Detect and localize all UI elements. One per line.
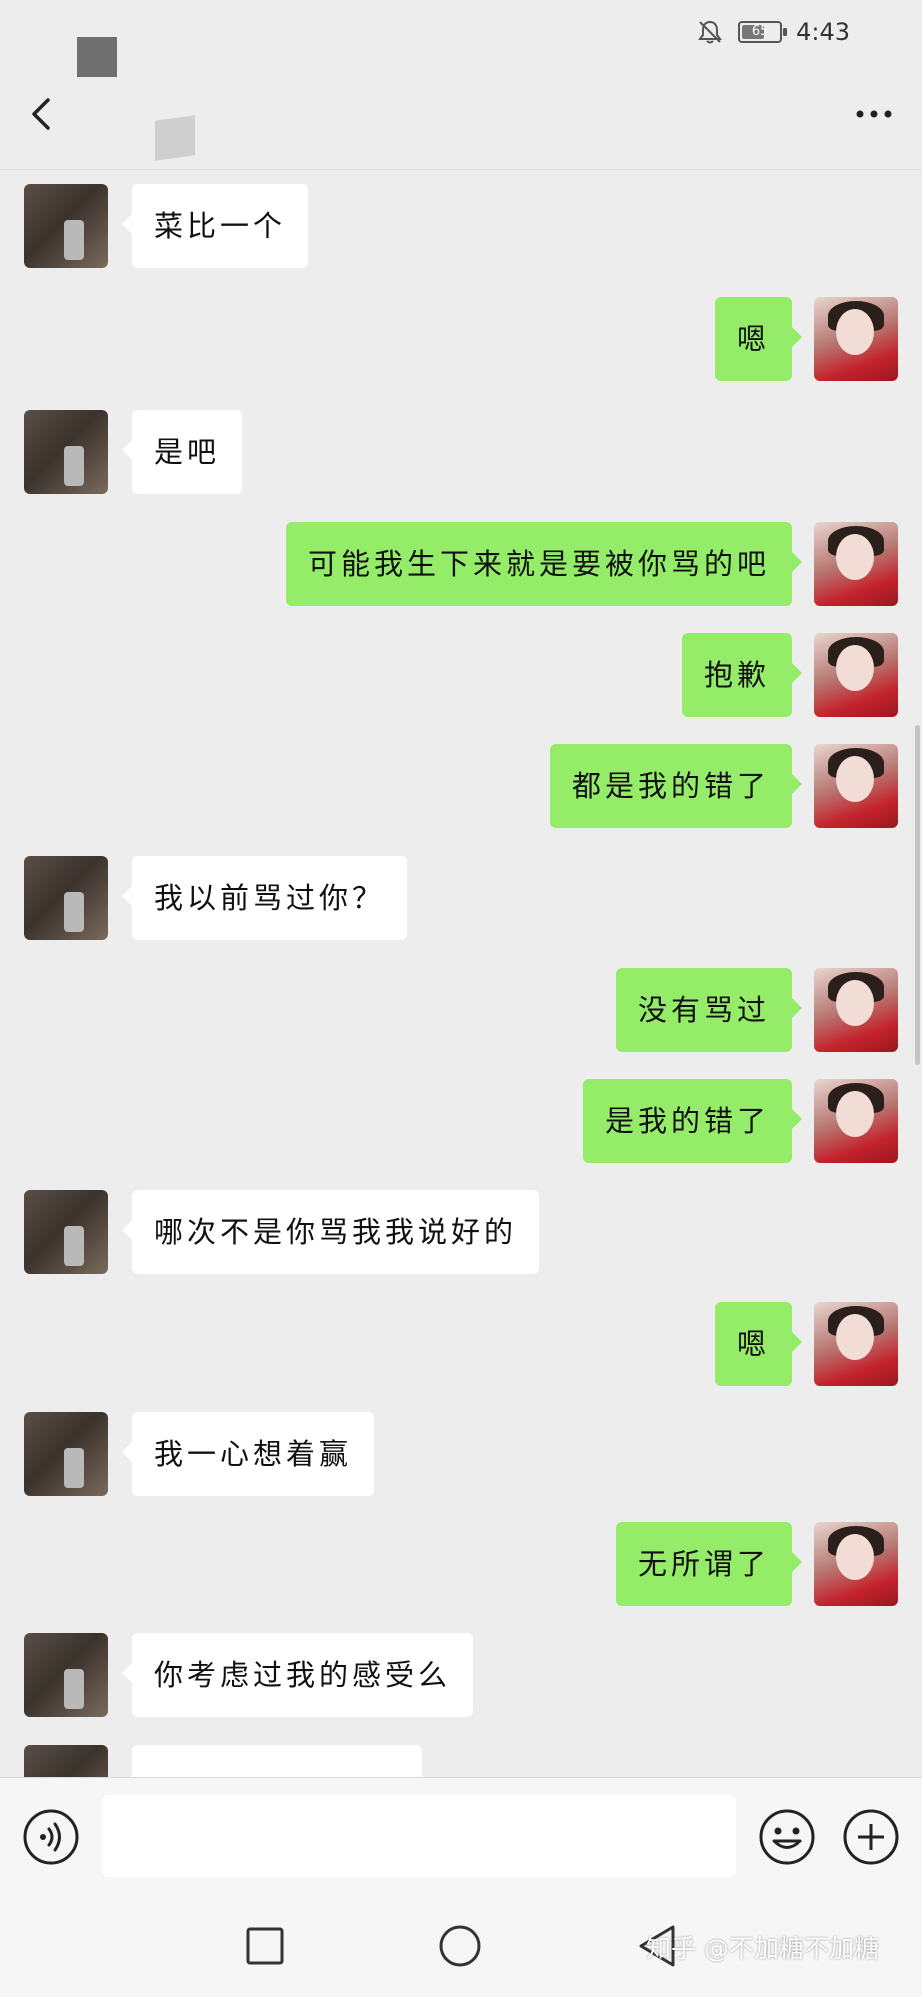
watermark: 知乎 @不加糖不加糖 (646, 1934, 879, 1963)
self-avatar[interactable] (814, 633, 898, 717)
received-message-bubble[interactable]: 菜比一个 (121, 184, 309, 268)
chat-header (0, 64, 922, 170)
received-message-bubble[interactable] (122, 1745, 422, 1777)
battery-icon: 65 (738, 21, 788, 43)
peer-avatar[interactable] (24, 856, 108, 940)
nav-circle-icon[interactable] (438, 1924, 482, 1968)
bell-off-icon (698, 20, 723, 44)
peer-avatar[interactable] (24, 184, 108, 268)
received-message-bubble[interactable]: 哪次不是你骂我我说好的 (121, 1190, 540, 1274)
message-row-sent: 可能我生下来就是要被你骂的吧 (0, 522, 922, 608)
sent-message-bubble[interactable]: 是我的错了 (582, 1079, 803, 1163)
self-avatar[interactable] (814, 1079, 898, 1163)
message-row-sent: 无所谓了 (0, 1522, 922, 1608)
status-icons: 65 4:43 (696, 18, 850, 46)
sent-message-bubble[interactable]: 没有骂过 (615, 968, 803, 1052)
peer-avatar[interactable] (24, 1633, 108, 1717)
message-row-sent: 嗯 (0, 297, 922, 383)
system-nav-bar: 知乎 @不加糖不加糖 (0, 1899, 922, 1997)
message-row-sent: 抱歉 (0, 633, 922, 719)
sent-message-bubble[interactable]: 无所谓了 (615, 1522, 803, 1606)
message-row-received: 是吧 (0, 410, 922, 496)
self-avatar[interactable] (814, 1522, 898, 1606)
received-message-bubble[interactable]: 我以前骂过你？ (121, 856, 408, 940)
sent-message-bubble[interactable]: 抱歉 (681, 633, 803, 717)
sent-message-bubble[interactable]: 可能我生下来就是要被你骂的吧 (285, 522, 803, 606)
nav-square-icon[interactable] (245, 1926, 285, 1966)
message-row-received: 哪次不是你骂我我说好的 (0, 1190, 922, 1276)
message-row-sent: 没有骂过 (0, 968, 922, 1054)
message-row-received (0, 1745, 922, 1777)
clock: 4:43 (796, 18, 850, 46)
message-row-sent: 嗯 (0, 1302, 922, 1388)
sent-message-bubble[interactable]: 都是我的错了 (549, 744, 803, 828)
message-row-sent: 是我的错了 (0, 1079, 922, 1165)
received-message-bubble[interactable]: 我一心想着赢 (121, 1412, 375, 1496)
message-row-sent: 都是我的错了 (0, 744, 922, 830)
voice-icon[interactable] (22, 1808, 80, 1866)
emoji-icon[interactable] (758, 1808, 816, 1866)
status-bar: 65 4:43 (0, 0, 922, 77)
peer-avatar[interactable] (24, 1412, 108, 1496)
chevron-left-icon[interactable] (24, 94, 60, 134)
sent-message-bubble[interactable]: 嗯 (714, 297, 803, 381)
message-row-received: 你考虑过我的感受么 (0, 1633, 922, 1719)
chat-area[interactable]: 菜比一个嗯是吧 可能我生下来就是要被你骂的吧 抱歉 都是我的错了 我以前骂过你？ 没有骂过… (0, 170, 922, 1777)
peer-avatar[interactable] (24, 1190, 108, 1274)
self-avatar[interactable] (814, 297, 898, 381)
received-message-bubble[interactable]: 是吧 (121, 410, 243, 494)
scrollbar[interactable] (915, 725, 920, 1065)
battery-level: 65 (751, 24, 769, 39)
self-avatar[interactable] (814, 968, 898, 1052)
input-bar (0, 1777, 922, 1899)
plus-icon[interactable] (842, 1808, 900, 1866)
sent-message-bubble[interactable]: 嗯 (714, 1302, 803, 1386)
self-avatar[interactable] (814, 1302, 898, 1386)
self-avatar[interactable] (814, 744, 898, 828)
self-avatar[interactable] (814, 522, 898, 606)
peer-avatar[interactable] (24, 1745, 108, 1777)
message-row-received: 我以前骂过你？ (0, 856, 922, 942)
more-dots-icon[interactable] (852, 102, 896, 126)
message-row-received: 菜比一个 (0, 184, 922, 270)
received-message-bubble[interactable]: 你考虑过我的感受么 (121, 1633, 474, 1717)
redacted-title (155, 115, 195, 161)
peer-avatar[interactable] (24, 410, 108, 494)
message-input[interactable] (102, 1795, 736, 1877)
message-row-received: 我一心想着赢 (0, 1412, 922, 1498)
